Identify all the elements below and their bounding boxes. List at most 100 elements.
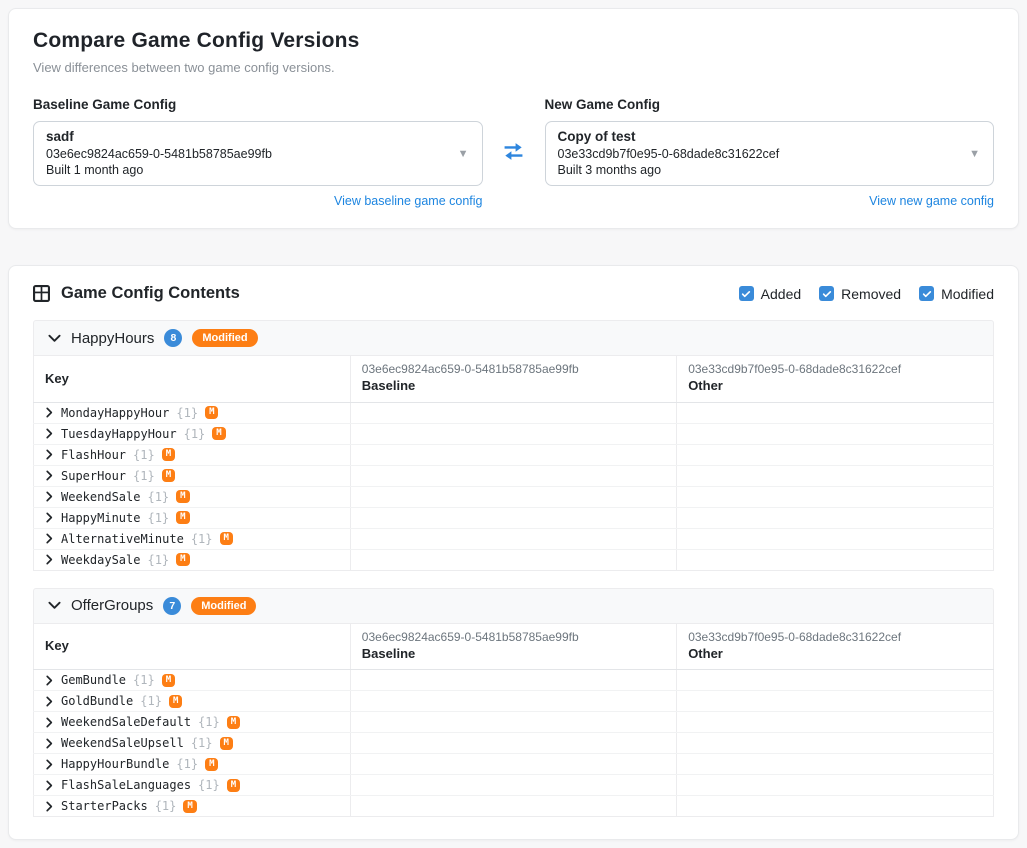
section-count-badge: 7 bbox=[163, 597, 181, 615]
key-count: {1} bbox=[133, 448, 155, 462]
chevron-right-icon[interactable] bbox=[45, 801, 54, 812]
baseline-value-cell bbox=[350, 670, 676, 691]
filter-checkbox[interactable]: Modified bbox=[919, 286, 994, 302]
chevron-right-icon[interactable] bbox=[45, 512, 54, 523]
baseline-column-header: 03e6ec9824ac659-0-5481b58785ae99fb Basel… bbox=[350, 356, 676, 402]
modified-badge: M bbox=[212, 427, 225, 440]
chevron-right-icon[interactable] bbox=[45, 428, 54, 439]
baseline-value-cell bbox=[350, 528, 676, 549]
new-config-built: Built 3 months ago bbox=[558, 163, 960, 178]
config-key-row[interactable]: TuesdayHappyHour {1} M bbox=[34, 423, 994, 444]
page-subtitle: View differences between two game config… bbox=[33, 60, 994, 75]
baseline-selector-group: Baseline Game Config sadf 03e6ec9824ac65… bbox=[33, 97, 483, 208]
config-key-row[interactable]: GemBundle {1} M bbox=[34, 670, 994, 691]
key-count: {1} bbox=[176, 757, 198, 771]
filter-label: Added bbox=[761, 286, 801, 302]
chevron-right-icon[interactable] bbox=[45, 554, 54, 565]
sections-container: HappyHours 8 Modified Key 03e6ec9824ac65… bbox=[33, 320, 994, 817]
new-config-dropdown[interactable]: Copy of test 03e33cd9b7f0e95-0-68dade8c3… bbox=[545, 121, 995, 186]
chevron-down-icon bbox=[48, 334, 61, 343]
compare-card: Compare Game Config Versions View differ… bbox=[8, 8, 1019, 229]
other-version-id: 03e33cd9b7f0e95-0-68dade8c31622cef bbox=[688, 362, 982, 377]
key-name: HappyMinute bbox=[61, 511, 140, 525]
key-name: FlashSaleLanguages bbox=[61, 778, 191, 792]
chevron-right-icon[interactable] bbox=[45, 738, 54, 749]
key-column-header: Key bbox=[34, 356, 351, 402]
modified-badge: M bbox=[227, 779, 240, 792]
filter-checkbox[interactable]: Removed bbox=[819, 286, 901, 302]
modified-badge: M bbox=[227, 716, 240, 729]
baseline-value-cell bbox=[350, 733, 676, 754]
chevron-right-icon[interactable] bbox=[45, 696, 54, 707]
key-name: MondayHappyHour bbox=[61, 406, 169, 420]
view-baseline-link[interactable]: View baseline game config bbox=[33, 194, 483, 208]
chevron-right-icon[interactable] bbox=[45, 717, 54, 728]
diff-table-header-row: Key 03e6ec9824ac659-0-5481b58785ae99fb B… bbox=[34, 356, 994, 402]
config-key-row[interactable]: FlashSaleLanguages {1} M bbox=[34, 775, 994, 796]
chevron-right-icon[interactable] bbox=[45, 533, 54, 544]
config-key-row[interactable]: FlashHour {1} M bbox=[34, 444, 994, 465]
other-value-cell bbox=[677, 549, 994, 570]
config-key-row[interactable]: WeekdaySale {1} M bbox=[34, 549, 994, 570]
key-name: StarterPacks bbox=[61, 799, 148, 813]
new-config-name: Copy of test bbox=[558, 129, 960, 146]
config-key-row[interactable]: WeekendSaleDefault {1} M bbox=[34, 712, 994, 733]
chevron-right-icon[interactable] bbox=[45, 449, 54, 460]
other-value-cell bbox=[677, 444, 994, 465]
other-value-cell bbox=[677, 775, 994, 796]
baseline-value-cell bbox=[350, 486, 676, 507]
other-value-cell bbox=[677, 712, 994, 733]
config-key-row[interactable]: WeekendSale {1} M bbox=[34, 486, 994, 507]
filter-checkbox[interactable]: Added bbox=[739, 286, 801, 302]
other-column-label: Other bbox=[688, 646, 982, 662]
chevron-right-icon[interactable] bbox=[45, 470, 54, 481]
diff-table: Key 03e6ec9824ac659-0-5481b58785ae99fb B… bbox=[33, 624, 994, 817]
config-key-row[interactable]: HappyMinute {1} M bbox=[34, 507, 994, 528]
section-header[interactable]: OfferGroups 7 Modified bbox=[33, 588, 994, 624]
other-value-cell bbox=[677, 754, 994, 775]
new-config-id: 03e33cd9b7f0e95-0-68dade8c31622cef bbox=[558, 147, 960, 162]
key-count: {1} bbox=[140, 694, 162, 708]
filter-label: Modified bbox=[941, 286, 994, 302]
chevron-right-icon[interactable] bbox=[45, 780, 54, 791]
swap-horizontal-icon bbox=[501, 141, 527, 162]
chevron-right-icon[interactable] bbox=[45, 759, 54, 770]
baseline-value-cell bbox=[350, 796, 676, 817]
diff-table: Key 03e6ec9824ac659-0-5481b58785ae99fb B… bbox=[33, 356, 994, 570]
config-key-row[interactable]: AlternativeMinute {1} M bbox=[34, 528, 994, 549]
config-key-row[interactable]: StarterPacks {1} M bbox=[34, 796, 994, 817]
config-key-row[interactable]: HappyHourBundle {1} M bbox=[34, 754, 994, 775]
baseline-value-cell bbox=[350, 465, 676, 486]
other-column-header: 03e33cd9b7f0e95-0-68dade8c31622cef Other bbox=[677, 356, 994, 402]
checkbox-checked-icon[interactable] bbox=[919, 286, 934, 301]
config-key-row[interactable]: MondayHappyHour {1} M bbox=[34, 402, 994, 423]
key-count: {1} bbox=[176, 406, 198, 420]
view-new-link[interactable]: View new game config bbox=[545, 194, 995, 208]
config-key-row[interactable]: WeekendSaleUpsell {1} M bbox=[34, 733, 994, 754]
config-section: HappyHours 8 Modified Key 03e6ec9824ac65… bbox=[33, 320, 994, 570]
other-column-header: 03e33cd9b7f0e95-0-68dade8c31622cef Other bbox=[677, 624, 994, 670]
baseline-config-built: Built 1 month ago bbox=[46, 163, 448, 178]
baseline-column-header: 03e6ec9824ac659-0-5481b58785ae99fb Basel… bbox=[350, 624, 676, 670]
baseline-version-id: 03e6ec9824ac659-0-5481b58785ae99fb bbox=[362, 362, 665, 377]
baseline-value-cell bbox=[350, 444, 676, 465]
new-config-label: New Game Config bbox=[545, 97, 995, 112]
config-key-row[interactable]: GoldBundle {1} M bbox=[34, 691, 994, 712]
chevron-right-icon[interactable] bbox=[45, 407, 54, 418]
checkbox-checked-icon[interactable] bbox=[819, 286, 834, 301]
baseline-config-dropdown[interactable]: sadf 03e6ec9824ac659-0-5481b58785ae99fb … bbox=[33, 121, 483, 186]
section-header[interactable]: HappyHours 8 Modified bbox=[33, 320, 994, 356]
checkbox-checked-icon[interactable] bbox=[739, 286, 754, 301]
modified-badge: M bbox=[176, 490, 189, 503]
chevron-right-icon[interactable] bbox=[45, 491, 54, 502]
modified-badge: M bbox=[169, 695, 182, 708]
baseline-value-cell bbox=[350, 712, 676, 733]
key-name: GoldBundle bbox=[61, 694, 133, 708]
modified-badge: M bbox=[220, 532, 233, 545]
new-selector-group: New Game Config Copy of test 03e33cd9b7f… bbox=[545, 97, 995, 208]
baseline-version-id: 03e6ec9824ac659-0-5481b58785ae99fb bbox=[362, 630, 665, 645]
key-count: {1} bbox=[147, 511, 169, 525]
chevron-right-icon[interactable] bbox=[45, 675, 54, 686]
modified-badge: M bbox=[205, 406, 218, 419]
config-key-row[interactable]: SuperHour {1} M bbox=[34, 465, 994, 486]
